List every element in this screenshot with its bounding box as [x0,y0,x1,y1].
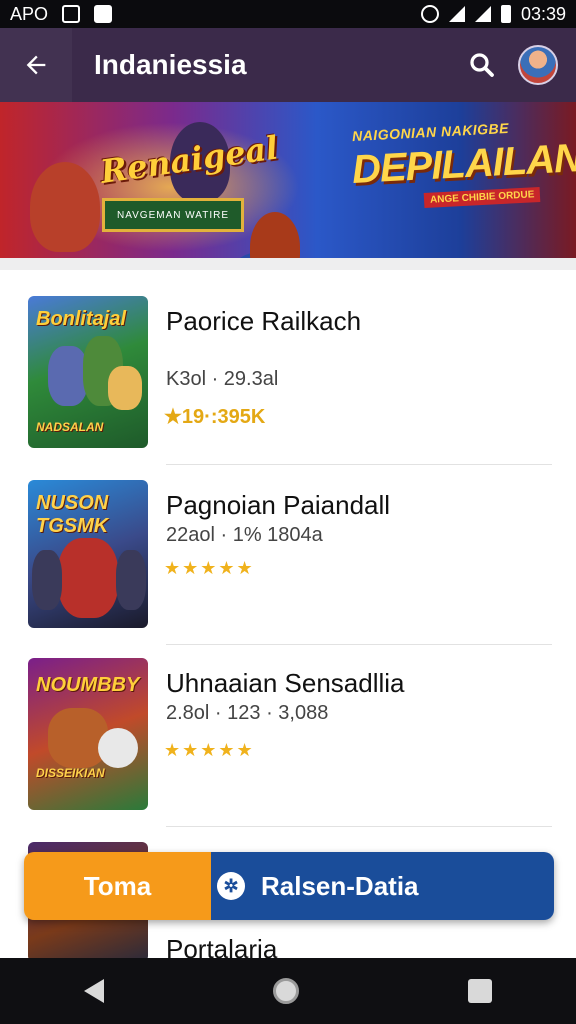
system-nav-bar [0,958,576,1024]
app-bar: Indaniessia [0,28,576,102]
back-button[interactable] [0,28,72,102]
settings-icon: ✲ [217,872,245,900]
promo-banner[interactable]: Renaigeal NAVGEMAN WATIRE NAIGONIAN NAKI… [0,102,576,258]
avatar[interactable] [518,45,558,85]
home-icon[interactable] [272,978,299,1004]
secondary-action-button[interactable]: ✲ Ralsen-Datia [211,852,554,920]
search-button[interactable] [458,41,506,89]
game-stars: ★★★★★ [164,558,255,578]
thumbnail-character [116,550,146,610]
banner-character-1 [30,162,100,252]
status-carrier-text: APO [10,3,49,24]
section-divider [0,258,576,270]
list-item[interactable]: NOUMBBY DISSEIKIAN Uhnaaian Sensadllia 2… [0,658,576,818]
banner-right-logo: DEPILAILAN [350,136,576,192]
game-name: Pagnoian Paiandall [166,490,391,520]
status-bar: APO 03:39 [0,0,576,28]
image-icon [62,5,81,23]
banner-left-plate: NAVGEMAN WATIRE [102,198,244,232]
battery-icon [500,5,511,23]
game-thumbnail: NUSON TGSMK [28,480,148,628]
list-item[interactable]: NUSON TGSMK Pagnoian Paiandall 22aol · 1… [0,480,576,640]
game-name: Uhnaaian Sensadllia [166,668,405,698]
thumbnail-subtitle: NADSALAN [36,420,104,434]
list-separator [166,464,552,465]
thumbnail-character [32,550,62,610]
game-thumbnail: Bonlitajal NADSALAN [28,296,148,448]
game-meta: 2.8ol · 123 · 3,088 [166,702,329,724]
arrow-left-icon [26,55,46,75]
thumbnail-subtitle: DISSEIKIAN [36,766,105,780]
wifi-icon [448,6,465,22]
thumbnail-character [48,346,88,406]
search-icon [470,53,494,77]
game-stars: ★★★★★ [164,740,255,760]
list-separator [166,826,552,827]
thumbnail-character [58,538,118,618]
game-name: Paorice Railkach [166,306,362,336]
game-meta: 22aol · 1% 1804a [166,524,323,546]
alarm-icon [420,5,439,23]
thumbnail-title: Bonlitajal [36,308,127,330]
list-item[interactable]: Bonlitajal NADSALAN Paorice Railkach K3o… [0,296,576,456]
action-bar: Toma ✲ Ralsen-Datia [24,852,554,920]
thumbnail-character [48,708,108,768]
banner-right-plate: ANGE CHIBIE ORDUE [423,186,541,209]
list-separator [166,644,552,645]
primary-action-button[interactable]: Toma [24,852,211,920]
status-time: 03:39 [520,3,566,24]
thumbnail-character [98,728,138,768]
camera-icon [94,5,113,23]
game-rating: ★19·:395K [164,406,266,428]
recents-icon[interactable] [467,979,492,1003]
game-meta: K3ol · 29.3al [166,368,279,390]
thumbnail-title: NUSON TGSMK [36,492,109,537]
thumbnail-title: NOUMBBY [36,674,140,696]
signal-icon [474,6,491,22]
back-icon[interactable] [84,979,105,1003]
game-thumbnail: NOUMBBY DISSEIKIAN [28,658,148,810]
secondary-action-label: Ralsen-Datia [261,870,419,901]
page-title: Indaniessia [94,49,247,80]
thumbnail-character [108,366,142,410]
